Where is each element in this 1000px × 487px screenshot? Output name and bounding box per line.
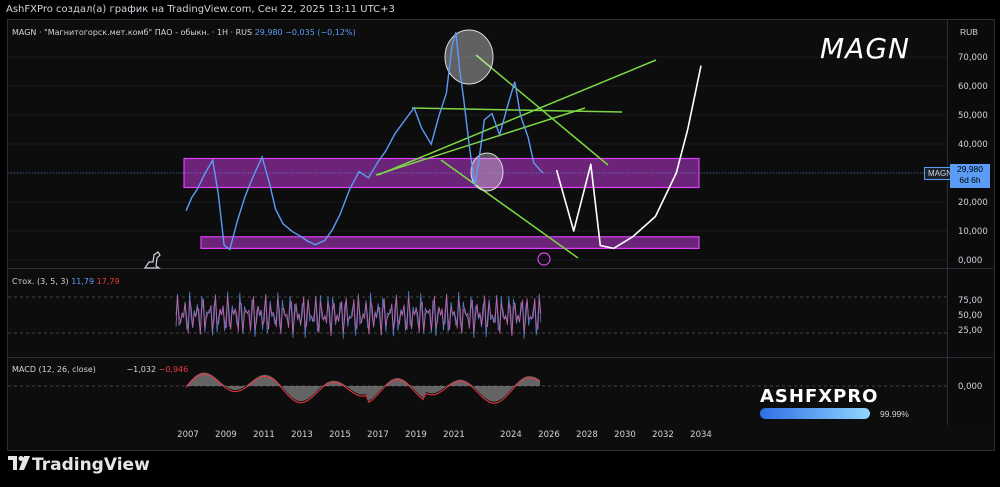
x-tick-label: 2011: [253, 430, 275, 440]
x-tick-label: 2024: [500, 430, 522, 440]
macd-value-2: −0,946: [158, 365, 189, 374]
stoch-legend: Стох. (3, 5, 3) 11,79 17,79: [12, 277, 120, 286]
lightning-icon: [537, 252, 551, 266]
y-tick-label: 20,000: [958, 198, 988, 208]
stoch-y-tick: 50,00: [958, 311, 982, 321]
x-tick-label: 2007: [177, 430, 199, 440]
x-tick-label: 2019: [405, 430, 427, 440]
main-legend: MAGN · "Магнитогорск.мет.комб" ПАО - обы…: [12, 28, 356, 37]
x-tick-label: 2026: [538, 430, 560, 440]
y-tick-label: 70,000: [958, 53, 988, 63]
price-badge: 29,980 6d 6h: [950, 164, 990, 188]
y-tick-label: 0,000: [958, 256, 982, 266]
y-tick-label: 10,000: [958, 227, 988, 237]
tradingview-logo-text: TradingView: [32, 455, 150, 475]
highlight-circle: [444, 29, 494, 85]
trendline: [377, 59, 657, 176]
stoch-y-tick: 75,00: [958, 296, 982, 306]
y-tick-label: 40,000: [958, 140, 988, 150]
stoch-d-value: 17,79: [96, 277, 120, 286]
x-tick-label: 2021: [443, 430, 465, 440]
legend-symbol: MAGN · "Магнитогорск.мет.комб" ПАО - обы…: [12, 28, 253, 37]
x-tick-label: 2028: [576, 430, 598, 440]
tradingview-logo[interactable]: TradingView: [8, 455, 150, 475]
progress-bar: [760, 408, 870, 419]
progress-percent: 99.99%: [880, 409, 909, 419]
macd-histogram: [186, 372, 540, 402]
handwritten-title: MAGN: [820, 32, 910, 65]
x-tick-label: 2009: [215, 430, 237, 440]
highlight-circle: [470, 152, 504, 192]
currency-label[interactable]: RUB: [960, 27, 978, 37]
trendline: [411, 107, 623, 113]
x-tick-label: 2034: [690, 430, 712, 440]
x-tick-label: 2017: [367, 430, 389, 440]
x-tick-label: 2030: [614, 430, 636, 440]
legend-change: −0,035 (−0,12%): [285, 28, 356, 37]
x-tick-label: 2013: [291, 430, 313, 440]
x-tick-label: 2032: [652, 430, 674, 440]
x-tick-label: 2015: [329, 430, 351, 440]
legend-price: 29,980: [254, 28, 283, 37]
y-tick-label: 50,000: [958, 111, 988, 121]
macd-y-tick: 0,000: [958, 382, 982, 392]
support-zone: [183, 157, 700, 189]
brand-watermark: ASHFXPRO: [760, 386, 879, 407]
stoch-label: Стох. (3, 5, 3): [12, 277, 69, 286]
macd-label: MACD (12, 26, close): [12, 365, 96, 374]
y-tick-label: 60,000: [958, 82, 988, 92]
macd-legend: MACD (12, 26, close) −1,032 −0,946: [12, 365, 188, 374]
stoch-y-tick: 25,00: [958, 326, 982, 336]
price-badge-value: 29,980: [957, 164, 983, 174]
tradingview-logo-icon: [8, 455, 32, 475]
price-badge-countdown: 6d 6h: [959, 175, 981, 185]
macd-value-1: −1,032: [126, 365, 157, 374]
stoch-k-value: 11,79: [71, 277, 95, 286]
projection-path: [555, 65, 702, 250]
